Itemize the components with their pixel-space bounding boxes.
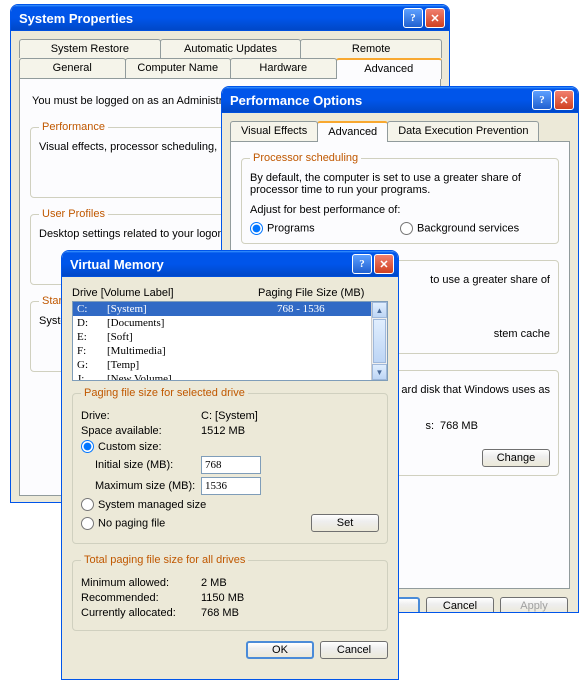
titlebar[interactable]: Virtual Memory ? ✕ [62,251,398,277]
drive-row[interactable]: J:[New Volume] [73,372,371,381]
window-title: Virtual Memory [70,257,350,272]
label-programs: Programs [267,223,315,235]
total-legend: Total paging file size for all drives [81,554,248,566]
space-value: 1512 MB [201,425,245,437]
close-button[interactable]: ✕ [554,90,574,110]
vm-total-value: 768 MB [440,420,478,432]
titlebar[interactable]: Performance Options ? ✕ [222,87,578,113]
tab-advanced[interactable]: Advanced [317,121,388,142]
radio-background[interactable] [400,222,413,235]
tab-visual-effects[interactable]: Visual Effects [230,121,318,141]
min-value: 2 MB [201,577,227,589]
processor-scheduling-group: Processor scheduling By default, the com… [241,152,559,244]
tab-advanced[interactable]: Advanced [336,58,443,79]
tab-remote[interactable]: Remote [300,39,442,58]
tab-row-2: General Computer Name Hardware Advanced [19,58,441,78]
virtual-memory-window: Virtual Memory ? ✕ Drive [Volume Label] … [61,250,399,680]
label-system-managed: System managed size [98,499,206,511]
label-custom: Custom size: [98,441,162,453]
drive-label: Drive: [81,410,201,422]
window-title: System Properties [19,11,401,26]
label-background: Background services [417,223,519,235]
drive-row[interactable]: D:[Documents] [73,316,371,330]
max-size-input[interactable] [201,477,261,495]
max-label: Maximum size (MB): [95,480,201,492]
window-title: Performance Options [230,93,530,108]
set-button[interactable]: Set [311,514,379,532]
ok-button[interactable]: OK [246,641,314,659]
drive-row[interactable]: G:[Temp] [73,358,371,372]
ps-adjust: Adjust for best performance of: [250,204,550,216]
cur-label: Currently allocated: [81,607,201,619]
close-button[interactable]: ✕ [425,8,445,28]
tab-dep[interactable]: Data Execution Prevention [387,121,539,141]
tab-row: Visual Effects Advanced Data Execution P… [230,121,570,141]
radio-system-managed[interactable] [81,498,94,511]
drive-list[interactable]: C:[System]768 - 1536D:[Documents]E:[Soft… [72,301,388,381]
radio-programs[interactable] [250,222,263,235]
scroll-up-icon[interactable]: ▲ [372,302,387,318]
cancel-button[interactable]: Cancel [320,641,388,659]
tab-computer-name[interactable]: Computer Name [125,58,232,78]
init-label: Initial size (MB): [95,459,201,471]
scroll-thumb[interactable] [373,319,386,363]
hdr-paging: Paging File Size (MB) [258,287,388,299]
cancel-button[interactable]: Cancel [426,597,494,613]
label-no-paging: No paging file [98,517,165,529]
ps-text: By default, the computer is set to use a… [250,172,550,196]
tab-row-1: System Restore Automatic Updates Remote [19,39,441,58]
help-button[interactable]: ? [532,90,552,110]
titlebar[interactable]: System Properties ? ✕ [11,5,449,31]
apply-button[interactable]: Apply [500,597,568,613]
tab-system-restore[interactable]: System Restore [19,39,161,58]
user-profiles-legend: User Profiles [39,208,108,220]
rec-value: 1150 MB [201,592,244,604]
performance-legend: Performance [39,121,108,133]
scrollbar[interactable]: ▲ ▼ [371,302,387,380]
rec-label: Recommended: [81,592,201,604]
cur-value: 768 MB [201,607,239,619]
drive-row[interactable]: F:[Multimedia] [73,344,371,358]
close-button[interactable]: ✕ [374,254,394,274]
help-button[interactable]: ? [352,254,372,274]
selected-drive-group: Paging file size for selected drive Driv… [72,387,388,544]
tab-general[interactable]: General [19,58,126,78]
min-label: Minimum allowed: [81,577,201,589]
space-label: Space available: [81,425,201,437]
initial-size-input[interactable] [201,456,261,474]
change-button[interactable]: Change [482,449,550,467]
tab-hardware[interactable]: Hardware [230,58,337,78]
drive-value: C: [System] [201,410,258,422]
hdr-drive: Drive [Volume Label] [72,287,258,299]
drive-row[interactable]: C:[System]768 - 1536 [73,302,371,316]
tab-automatic-updates[interactable]: Automatic Updates [160,39,302,58]
total-group: Total paging file size for all drives Mi… [72,554,388,631]
drive-row[interactable]: E:[Soft] [73,330,371,344]
help-button[interactable]: ? [403,8,423,28]
radio-custom[interactable] [81,440,94,453]
ps-legend: Processor scheduling [250,152,361,164]
scroll-down-icon[interactable]: ▼ [372,364,387,380]
selected-legend: Paging file size for selected drive [81,387,248,399]
radio-no-paging[interactable] [81,517,94,530]
